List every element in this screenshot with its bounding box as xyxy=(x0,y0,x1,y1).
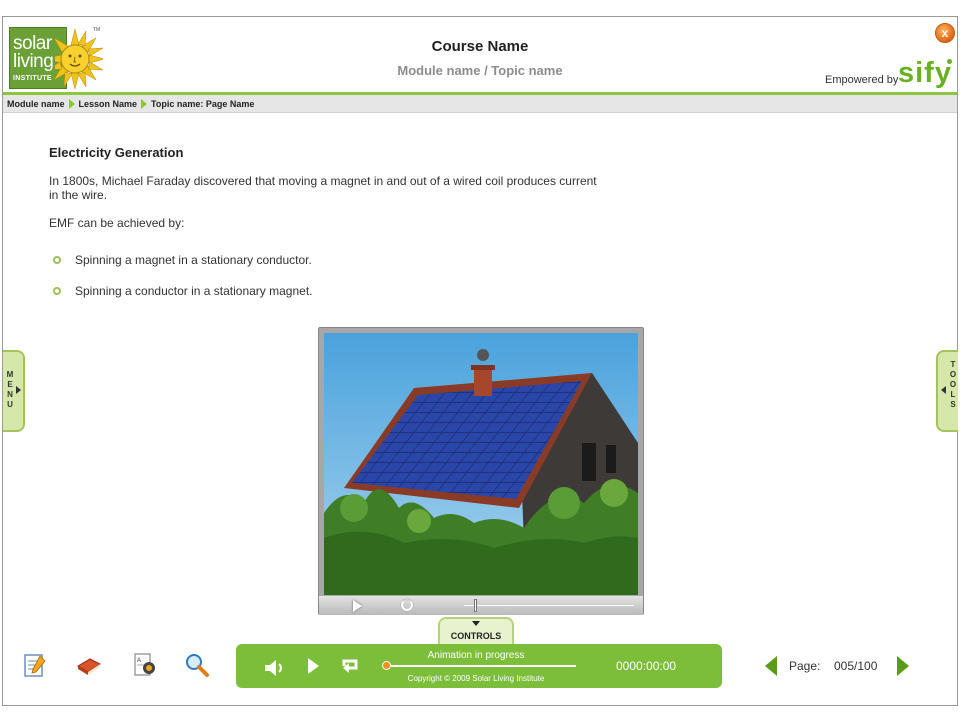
glossary-icon[interactable]: A xyxy=(132,652,158,678)
list-item: Spinning a conductor in a stationary mag… xyxy=(49,275,609,306)
controls-toggle[interactable]: CONTROLS xyxy=(438,617,514,645)
play-icon[interactable] xyxy=(308,658,319,674)
course-window: solar living INSTITUTE TM Course Name Mo… xyxy=(2,16,958,706)
tools-letter: O xyxy=(949,380,957,389)
animation-progress-thumb[interactable] xyxy=(382,661,391,670)
chevron-left-icon xyxy=(941,386,946,394)
tools-tab-label: T O O L S xyxy=(949,360,957,410)
page-heading: Electricity Generation xyxy=(49,145,184,160)
list-item: Spinning a magnet in a stationary conduc… xyxy=(49,244,609,275)
menu-tab-label: M E N U xyxy=(6,370,14,410)
player-controls xyxy=(319,596,643,615)
bullet-text: Spinning a conductor in a stationary mag… xyxy=(75,283,313,298)
bullet-text: Spinning a magnet in a stationary conduc… xyxy=(75,252,312,267)
speaker-icon[interactable] xyxy=(264,659,288,677)
loop-icon[interactable] xyxy=(340,656,360,676)
next-page-button[interactable] xyxy=(897,656,909,676)
solar-roof-house-image xyxy=(324,333,638,595)
bullet-icon xyxy=(53,286,61,295)
intro-paragraph: In 1800s, Michael Faraday discovered tha… xyxy=(49,174,597,202)
tools-letter: L xyxy=(950,390,956,399)
tools-letter: O xyxy=(949,370,957,379)
breadcrumb-lesson[interactable]: Lesson Name xyxy=(79,99,138,109)
sify-logo-dot xyxy=(947,59,952,64)
lesson-content: Electricity Generation In 1800s, Michael… xyxy=(49,145,609,306)
page-indicator: 005/100 xyxy=(834,659,878,673)
seek-thumb[interactable] xyxy=(474,599,478,612)
media-player xyxy=(318,327,644,615)
menu-letter: N xyxy=(7,390,13,399)
tools-tab[interactable]: T O O L S xyxy=(936,350,958,432)
breadcrumb-topic: Topic name: Page Name xyxy=(151,98,255,109)
breadcrumb-separator-icon xyxy=(141,98,148,109)
notepad-icon[interactable] xyxy=(22,652,48,678)
breadcrumb-module[interactable]: Module name xyxy=(7,99,65,109)
page-label: Page: xyxy=(789,659,821,673)
trademark-mark: TM xyxy=(93,27,101,33)
empowered-by-label: Empowered by xyxy=(825,74,899,86)
search-icon[interactable] xyxy=(184,652,210,678)
elapsed-time: 0000:00:00 xyxy=(616,659,677,673)
menu-tab[interactable]: M E N U xyxy=(3,350,25,432)
controls-label: CONTROLS xyxy=(450,631,502,641)
house-illustration xyxy=(324,333,638,595)
menu-letter: U xyxy=(7,400,13,409)
bullet-icon xyxy=(53,255,61,264)
menu-letter: E xyxy=(7,380,13,389)
animation-control-bar: Animation in progress Copyright © 2009 S… xyxy=(236,644,722,688)
play-icon[interactable] xyxy=(353,600,362,612)
svg-text:A: A xyxy=(137,658,141,664)
solar-living-institute-logo: solar living INSTITUTE TM xyxy=(9,23,105,91)
breadcrumb-separator-icon xyxy=(68,98,75,109)
chevron-right-icon xyxy=(16,386,21,394)
previous-page-button[interactable] xyxy=(765,656,777,676)
caret-down-icon xyxy=(472,621,480,626)
copyright-text: Copyright © 2009 Solar Living Institute xyxy=(407,674,545,683)
breadcrumb: Module name Lesson Name Topic name: Page… xyxy=(3,95,957,113)
menu-letter: M xyxy=(6,370,14,379)
animation-status: Animation in progress xyxy=(427,650,525,661)
emf-lead: EMF can be achieved by: xyxy=(49,216,185,230)
animation-progress-track[interactable] xyxy=(386,665,576,667)
sify-logo: sify xyxy=(898,57,952,89)
close-button[interactable]: x xyxy=(935,23,955,43)
tools-letter: T xyxy=(950,360,956,369)
seek-track[interactable] xyxy=(464,605,634,606)
sun-icon xyxy=(55,28,103,90)
replay-icon[interactable] xyxy=(401,599,413,611)
course-title: Course Name xyxy=(431,38,529,55)
book-icon[interactable] xyxy=(76,652,102,678)
header: solar living INSTITUTE TM Course Name Mo… xyxy=(3,17,957,95)
module-topic-title: Module name / Topic name xyxy=(397,63,563,78)
tools-letter: S xyxy=(950,400,956,409)
